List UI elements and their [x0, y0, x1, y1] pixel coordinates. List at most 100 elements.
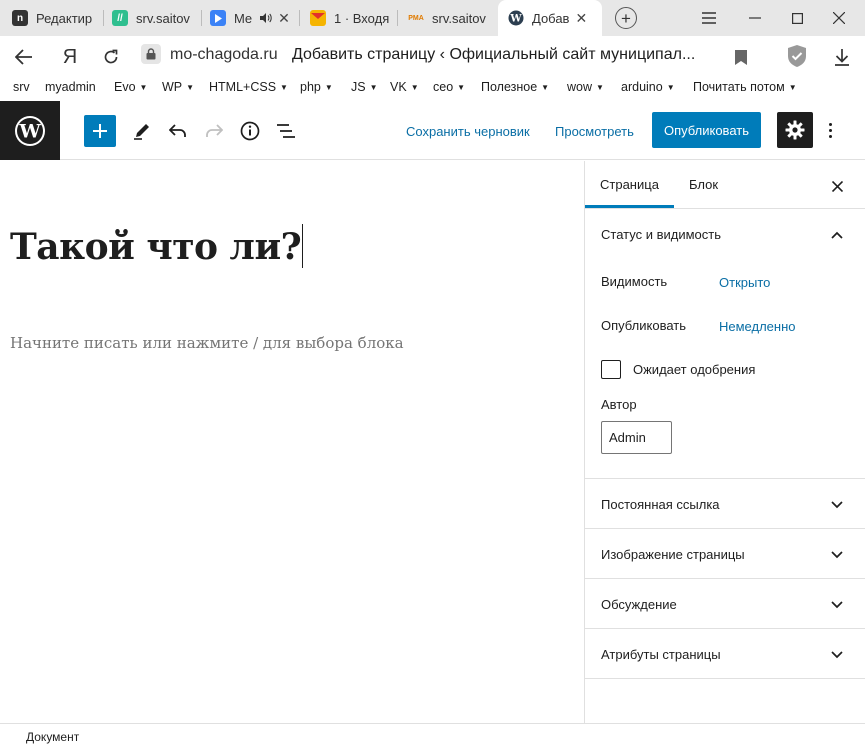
- svg-text:W: W: [18, 120, 41, 142]
- settings-gear-icon[interactable]: [777, 112, 813, 148]
- svg-text:W: W: [509, 14, 522, 25]
- preview-button[interactable]: Просмотреть: [555, 124, 634, 139]
- undo-icon[interactable]: [163, 116, 193, 146]
- bookmark-js[interactable]: JS ▼: [351, 80, 378, 94]
- bookmark-poleznoe[interactable]: Полезное ▼: [481, 80, 549, 94]
- tab-label: srv.saitov: [136, 10, 190, 26]
- minimize-icon[interactable]: [732, 0, 778, 36]
- save-draft-button[interactable]: Сохранить черновик: [406, 124, 530, 139]
- panel-divider: [585, 478, 865, 479]
- bookmark-myadmin[interactable]: myadmin: [45, 80, 96, 94]
- publish-button[interactable]: Опубликовать: [652, 112, 761, 148]
- caret-down-icon: ▼: [324, 83, 333, 92]
- bookmark-ceo[interactable]: ceo ▼: [433, 80, 465, 94]
- bookmark-wp[interactable]: WP ▼: [162, 80, 194, 94]
- address-page-title[interactable]: Добавить страницу ‹ Официальный сайт мун…: [292, 46, 695, 64]
- visibility-toggle[interactable]: Открыто: [719, 275, 770, 290]
- tab-page[interactable]: Страница: [600, 177, 659, 192]
- caret-down-icon: ▼: [186, 83, 195, 92]
- more-options-icon[interactable]: [822, 116, 838, 144]
- browser-tab-strip: n Редактир // srv.saitov Me ✕ 1 · Входя …: [0, 0, 865, 36]
- address-host[interactable]: mo-chagoda.ru: [170, 46, 278, 64]
- site-favicon-icon: //: [112, 10, 128, 26]
- author-select[interactable]: Admin: [601, 421, 672, 454]
- chevron-down-icon[interactable]: [828, 646, 846, 664]
- tab-block[interactable]: Блок: [689, 177, 718, 192]
- tab-label: srv.saitov: [432, 10, 486, 26]
- browser-tab[interactable]: Me ✕: [202, 0, 300, 36]
- download-icon[interactable]: [828, 43, 856, 71]
- panel-divider: [585, 578, 865, 579]
- tab-label: Редактир: [36, 10, 93, 26]
- phpmyadmin-favicon-icon: PMA: [408, 14, 424, 22]
- panel-permalink-heading[interactable]: Постоянная ссылка: [601, 497, 720, 512]
- tab-label: 1 · Входя: [334, 10, 390, 26]
- panel-page-attributes-heading[interactable]: Атрибуты страницы: [601, 647, 721, 662]
- yandex-logo-icon[interactable]: Я: [56, 43, 84, 71]
- bookmark-html-css[interactable]: HTML+CSS ▼: [209, 80, 288, 94]
- bookmark-srv[interactable]: srv: [13, 80, 30, 94]
- panel-featured-image-heading[interactable]: Изображение страницы: [601, 547, 745, 562]
- bookmark-evo[interactable]: Evo ▼: [114, 80, 147, 94]
- pending-review-checkbox[interactable]: [601, 360, 621, 379]
- bookmark-php[interactable]: php ▼: [300, 80, 333, 94]
- breadcrumb-document[interactable]: Документ: [26, 730, 79, 744]
- close-tab-icon[interactable]: ✕: [278, 10, 290, 27]
- author-label: Автор: [601, 397, 637, 412]
- chevron-down-icon[interactable]: [828, 496, 846, 514]
- mail-favicon-icon: [310, 10, 326, 26]
- close-sidebar-icon[interactable]: [826, 175, 848, 197]
- bookmark-wow[interactable]: wow ▼: [567, 80, 604, 94]
- panel-discussion-heading[interactable]: Обсуждение: [601, 597, 677, 612]
- publish-date-label: Опубликовать: [601, 318, 687, 333]
- chevron-down-icon[interactable]: [828, 596, 846, 614]
- pending-review-label[interactable]: Ожидает одобрения: [633, 362, 755, 377]
- browser-tab[interactable]: 1 · Входя: [300, 0, 398, 36]
- bookmark-read-later[interactable]: Почитать потом ▼: [693, 80, 797, 94]
- bookmark-icon[interactable]: [727, 43, 755, 71]
- play-favicon-icon: [210, 10, 226, 26]
- text-cursor: [302, 224, 304, 268]
- redo-icon[interactable]: [199, 116, 229, 146]
- tab-label: Добав: [532, 10, 570, 26]
- publish-date-toggle[interactable]: Немедленно: [719, 319, 796, 334]
- add-block-button[interactable]: [84, 115, 116, 147]
- close-tab-icon[interactable]: ✕: [575, 10, 587, 27]
- list-view-icon[interactable]: [271, 116, 301, 146]
- bookmark-arduino[interactable]: arduino ▼: [621, 80, 675, 94]
- panel-divider: [585, 628, 865, 629]
- close-window-icon[interactable]: [816, 0, 862, 36]
- browser-tab-active[interactable]: W Добав ✕: [498, 0, 602, 36]
- caret-down-icon: ▼: [666, 83, 675, 92]
- visibility-label: Видимость: [601, 274, 668, 289]
- reload-icon[interactable]: [97, 43, 125, 71]
- browser-menu-icon[interactable]: [686, 0, 732, 36]
- caret-down-icon: ▼: [410, 83, 419, 92]
- bookmark-vk[interactable]: VK ▼: [390, 80, 419, 94]
- info-icon[interactable]: [235, 116, 265, 146]
- chevron-down-icon[interactable]: [828, 546, 846, 564]
- edit-pencil-icon[interactable]: [127, 116, 157, 146]
- caret-down-icon: ▼: [139, 83, 148, 92]
- protect-shield-icon[interactable]: [783, 42, 811, 70]
- browser-tab[interactable]: // srv.saitov: [104, 0, 202, 36]
- browser-tab[interactable]: n Редактир: [0, 0, 104, 36]
- lock-icon[interactable]: [141, 44, 161, 64]
- active-tab-indicator: [585, 205, 674, 208]
- back-arrow-icon[interactable]: [10, 43, 38, 71]
- maximize-icon[interactable]: [774, 0, 820, 36]
- new-tab-button[interactable]: +: [615, 7, 637, 29]
- speaker-icon[interactable]: [260, 11, 272, 26]
- caret-down-icon: ▼: [596, 83, 604, 92]
- caret-down-icon: ▼: [788, 83, 797, 92]
- panel-divider: [585, 678, 865, 679]
- block-placeholder[interactable]: Начните писать или нажмите / для выбора …: [10, 334, 404, 352]
- block-breadcrumb-bar: Документ: [0, 723, 865, 748]
- chevron-up-icon[interactable]: [828, 226, 846, 244]
- wordpress-logo-icon[interactable]: W: [0, 101, 60, 160]
- notion-favicon-icon: n: [12, 10, 28, 26]
- browser-tab[interactable]: PMA srv.saitov: [398, 0, 496, 36]
- post-title[interactable]: Такой что ли?: [10, 224, 304, 272]
- caret-down-icon: ▼: [457, 83, 466, 92]
- panel-status-visibility-heading[interactable]: Статус и видимость: [601, 227, 721, 242]
